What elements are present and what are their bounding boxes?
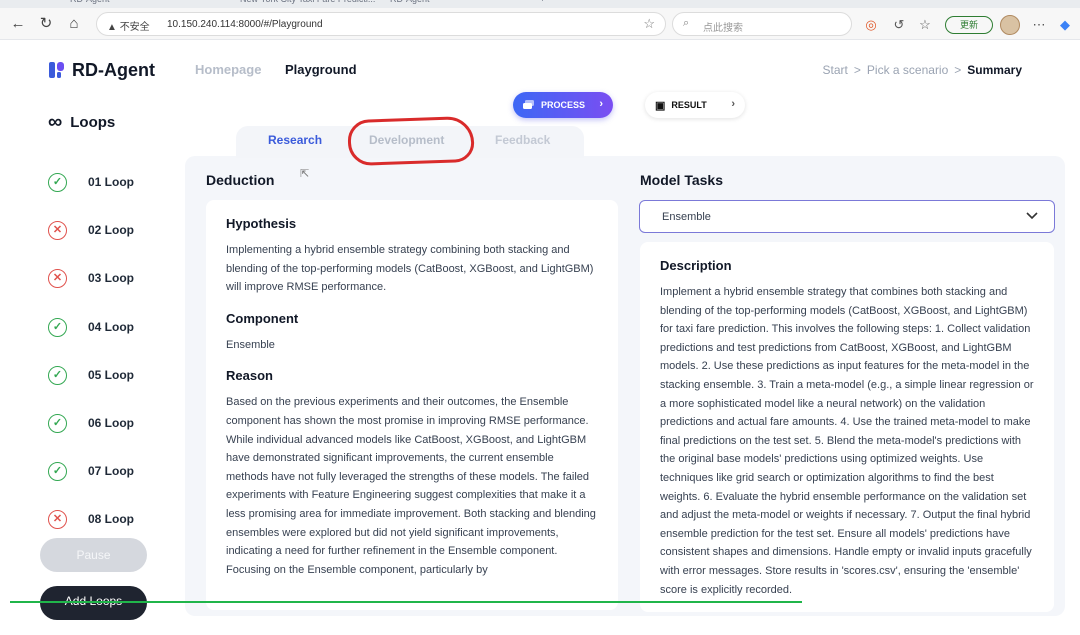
hypothesis-heading: Hypothesis xyxy=(226,216,297,231)
security-label: 不安全 xyxy=(119,22,150,33)
result-button[interactable]: ▣ RESULT › xyxy=(645,92,745,118)
mouse-cursor-icon: ⇱ xyxy=(300,168,310,180)
favorites-icon[interactable]: ☆ xyxy=(916,16,934,34)
x-circle-icon: ✕ xyxy=(48,509,67,529)
chevron-down-icon xyxy=(1026,212,1038,220)
add-loops-button[interactable]: Add Loops xyxy=(40,586,147,620)
loop-label: 05 Loop xyxy=(88,368,135,382)
search-placeholder: 点此搜索 xyxy=(703,23,743,34)
browser-search-box[interactable]: ⌕ 点此搜索 xyxy=(672,12,852,36)
loop-item[interactable]: ✓ 04 Loop xyxy=(48,316,134,338)
address-bar[interactable]: ▲ 不安全 10.150.240.114:8000/#/Playground ☆ xyxy=(96,12,666,36)
check-circle-icon: ✓ xyxy=(48,172,67,192)
check-circle-icon: ✓ xyxy=(48,461,67,481)
loop-item[interactable]: ✕ 08 Loop xyxy=(48,508,134,530)
hypothesis-text: Implementing a hybrid ensemble strategy … xyxy=(226,244,594,294)
loop-item[interactable]: ✓ 01 Loop xyxy=(48,171,134,193)
security-warning[interactable]: ▲ 不安全 xyxy=(107,18,150,33)
process-button[interactable]: PROCESS › xyxy=(513,92,613,118)
copilot-icon[interactable]: ◆ xyxy=(1056,16,1074,34)
result-icon: ▣ xyxy=(655,99,666,112)
tab-research[interactable]: Research xyxy=(268,133,322,147)
browser-tabstrip: RD-Agent New York City Taxi Fare Predict… xyxy=(0,0,1080,8)
description-card: Description Implement a hybrid ensemble … xyxy=(640,242,1054,612)
loop-label: 04 Loop xyxy=(88,320,135,334)
app-logo[interactable]: RD-Agent xyxy=(48,58,155,82)
selected-task: Ensemble xyxy=(662,211,711,223)
tab-feedback[interactable]: Feedback xyxy=(495,133,550,147)
loop-label: 01 Loop xyxy=(88,175,135,189)
check-circle-icon: ✓ xyxy=(48,317,67,337)
description-heading: Description xyxy=(660,258,732,273)
chevron-right-icon: › xyxy=(731,98,735,110)
loop-label: 07 Loop xyxy=(88,464,135,478)
home-icon[interactable]: ⌂ xyxy=(64,14,84,34)
component-heading: Component xyxy=(226,310,299,326)
deduction-title: Deduction xyxy=(206,172,275,188)
refresh-sync-icon[interactable]: ↺ xyxy=(890,16,908,34)
breadcrumb-separator: > xyxy=(853,63,861,77)
browser-toolbar: ← ↻ ⌂ ▲ 不安全 10.150.240.114:8000/#/Playgr… xyxy=(0,8,1080,40)
breadcrumb-summary[interactable]: Summary xyxy=(967,63,1022,77)
reason-heading: Reason xyxy=(226,368,273,384)
annotation-circle xyxy=(347,115,475,167)
profile-avatar[interactable] xyxy=(1000,15,1020,35)
new-tab-button[interactable]: + xyxy=(540,0,545,8)
update-button[interactable]: 更新 xyxy=(945,16,993,34)
pause-button[interactable]: Pause xyxy=(40,538,147,572)
breadcrumb-separator: > xyxy=(954,63,962,77)
browser-tab[interactable]: RD-Agent xyxy=(390,0,430,8)
loop-item[interactable]: ✓ 05 Loop xyxy=(48,364,134,386)
loop-label: 02 Loop xyxy=(88,223,135,237)
browser-tab[interactable]: RD-Agent xyxy=(70,0,110,8)
chevron-right-icon: › xyxy=(599,98,603,110)
loop-item[interactable]: ✕ 03 Loop xyxy=(48,267,134,289)
process-label: PROCESS xyxy=(541,100,586,110)
url-text: 10.150.240.114:8000/#/Playground xyxy=(167,19,323,30)
loops-title-text: Loops xyxy=(70,113,116,131)
loops-title: ∞ Loops xyxy=(48,111,116,133)
reason-text: Based on the previous experiments and th… xyxy=(226,396,596,576)
result-label: RESULT xyxy=(671,100,707,110)
loop-item[interactable]: ✓ 06 Loop xyxy=(48,412,134,434)
loop-label: 06 Loop xyxy=(88,416,135,430)
x-circle-icon: ✕ xyxy=(48,220,67,240)
check-circle-icon: ✓ xyxy=(48,365,67,385)
refresh-icon[interactable]: ↻ xyxy=(36,14,56,34)
model-tasks-title: Model Tasks xyxy=(640,172,723,188)
browser-tab[interactable]: New York City Taxi Fare Predicti... xyxy=(240,0,375,8)
description-text: Implement a hybrid ensemble strategy tha… xyxy=(660,286,1034,596)
check-circle-icon: ✓ xyxy=(48,413,67,433)
loop-label: 03 Loop xyxy=(88,271,135,285)
component-value: Ensemble xyxy=(226,338,275,351)
breadcrumb-start[interactable]: Start xyxy=(823,63,848,77)
nav-homepage[interactable]: Homepage xyxy=(195,62,261,77)
loop-item[interactable]: ✓ 07 Loop xyxy=(48,460,134,482)
rd-agent-logo-icon xyxy=(49,62,64,78)
breadcrumb: Start > Pick a scenario > Summary xyxy=(823,63,1022,77)
more-icon[interactable]: ⋯ xyxy=(1030,16,1048,34)
loading-progress-bar xyxy=(10,601,802,603)
back-icon[interactable]: ← xyxy=(8,14,28,34)
favorite-star-icon[interactable]: ☆ xyxy=(643,16,655,32)
search-icon: ⌕ xyxy=(683,17,690,29)
infinity-icon: ∞ xyxy=(48,111,63,133)
logo-text: RD-Agent xyxy=(72,59,155,80)
extension-icon[interactable]: ◎ xyxy=(862,16,880,34)
model-task-select[interactable]: Ensemble xyxy=(639,200,1055,233)
loop-item[interactable]: ✕ 02 Loop xyxy=(48,219,134,241)
breadcrumb-pick-scenario[interactable]: Pick a scenario xyxy=(867,63,948,77)
nav-playground[interactable]: Playground xyxy=(285,62,357,77)
x-circle-icon: ✕ xyxy=(48,268,67,288)
layers-icon xyxy=(523,100,534,109)
deduction-card: Hypothesis Implementing a hybrid ensembl… xyxy=(206,200,618,610)
loop-label: 08 Loop xyxy=(88,512,135,526)
